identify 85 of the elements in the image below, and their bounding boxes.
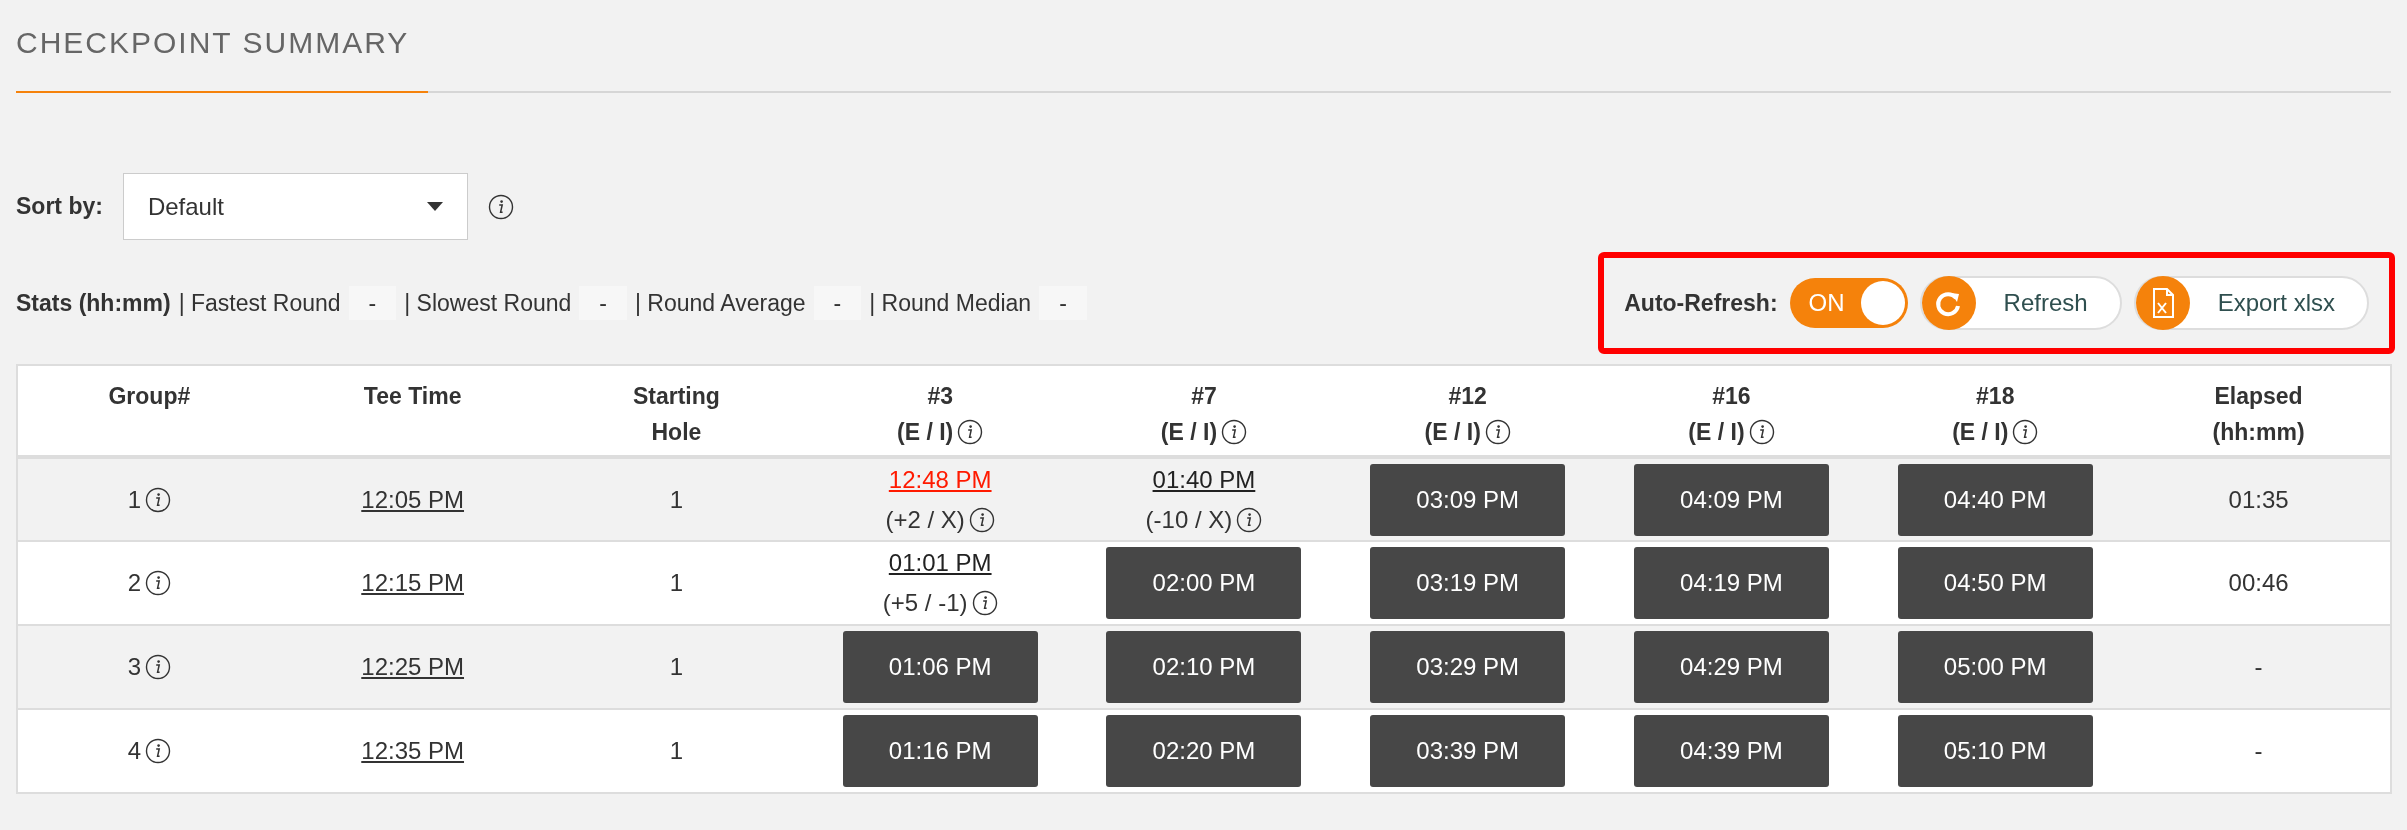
elapsed-time: 01:35 (2228, 485, 2289, 513)
info-icon[interactable] (971, 590, 998, 616)
projected-time-button[interactable]: 05:00 PM (1897, 631, 2093, 703)
info-icon[interactable] (1484, 419, 1511, 445)
projected-time-button[interactable]: 04:40 PM (1897, 463, 2093, 536)
starting-hole: 1 (669, 653, 684, 680)
projected-time-button[interactable]: 04:29 PM (1633, 631, 1829, 703)
projected-time-button[interactable]: 02:20 PM (1106, 715, 1302, 787)
column-header: Tee Time (363, 382, 462, 411)
info-icon[interactable] (1236, 506, 1263, 533)
group-number: 1 (127, 484, 142, 515)
projected-time-button[interactable]: 02:10 PM (1106, 631, 1302, 703)
group-number: 4 (127, 736, 142, 766)
stat-value: - (813, 285, 862, 321)
column-header: Starting (632, 382, 720, 411)
column-header: (E / I) (897, 418, 954, 447)
elapsed-time: - (2254, 737, 2263, 764)
column-header: Hole (651, 418, 702, 447)
stat-label: | Slowest Round (404, 288, 572, 318)
info-icon[interactable] (1221, 419, 1248, 445)
refresh-icon (1921, 276, 1976, 330)
checkpoint-time-link[interactable]: 01:40 PM (1152, 461, 1256, 498)
projected-time-button[interactable]: 03:29 PM (1370, 631, 1566, 703)
projected-time-button[interactable]: 04:19 PM (1633, 547, 1829, 619)
starting-hole: 1 (669, 737, 684, 764)
stat-value: - (579, 285, 627, 321)
stat-label: | Round Average (635, 288, 806, 318)
group-number: 3 (127, 652, 142, 682)
info-icon[interactable] (487, 193, 514, 220)
column-header: Elapsed (2214, 382, 2303, 411)
checkpoint-delta: (-10 / X) (1145, 504, 1233, 535)
column-header: #3 (927, 382, 953, 411)
tee-time-link[interactable]: 12:35 PM (361, 737, 464, 764)
column-header: #12 (1448, 382, 1487, 411)
projected-time-button[interactable]: 01:16 PM (842, 715, 1038, 787)
elapsed-time: - (2254, 653, 2263, 680)
info-icon[interactable] (145, 738, 172, 764)
tee-time-link[interactable]: 12:25 PM (361, 653, 464, 680)
tee-time-link[interactable]: 12:15 PM (361, 569, 464, 596)
tee-time-link[interactable]: 12:05 PM (361, 485, 464, 513)
checkpoint-delta: (+2 / X) (885, 504, 965, 535)
projected-time-button[interactable]: 05:10 PM (1897, 715, 2093, 787)
projected-time-button[interactable]: 04:39 PM (1633, 715, 1829, 787)
stat-value: - (1039, 285, 1087, 321)
stats-label: Stats (hh:mm) (16, 288, 171, 318)
column-header: #18 (1976, 382, 2015, 411)
sort-label: Sort by: (16, 192, 103, 222)
checkpoint-time-link[interactable]: 01:01 PM (888, 545, 992, 581)
starting-hole: 1 (669, 485, 684, 513)
info-icon[interactable] (145, 570, 172, 596)
checkpoint-delta: (+5 / -1) (882, 588, 968, 618)
info-icon[interactable] (968, 506, 995, 533)
group-number: 2 (127, 568, 142, 598)
column-header: (hh:mm) (2212, 418, 2305, 447)
caret-icon (426, 202, 443, 211)
stat-value: - (348, 285, 397, 321)
column-header: (E / I) (1952, 418, 2009, 447)
projected-time-button[interactable]: 03:39 PM (1370, 715, 1566, 787)
column-header: #7 (1191, 382, 1217, 411)
page-title: CHECKPOINT SUMMARY (16, 25, 410, 61)
projected-time-button[interactable]: 02:00 PM (1106, 547, 1302, 619)
projected-time-button[interactable]: 04:50 PM (1897, 547, 2093, 619)
column-header: (E / I) (1160, 418, 1218, 447)
projected-time-button[interactable]: 01:06 PM (842, 631, 1038, 703)
info-icon[interactable] (957, 419, 984, 445)
elapsed-time: 00:46 (2228, 569, 2289, 596)
column-header: (E / I) (1424, 418, 1481, 447)
info-icon[interactable] (2012, 419, 2039, 445)
projected-time-button[interactable]: 03:09 PM (1370, 463, 1566, 536)
starting-hole: 1 (669, 569, 684, 596)
refresh-button[interactable]: Refresh (1919, 276, 2122, 330)
info-icon[interactable] (1748, 419, 1775, 445)
column-header: Group# (108, 382, 191, 411)
stat-label: | Fastest Round (178, 288, 341, 318)
column-header: #16 (1712, 382, 1751, 411)
info-icon[interactable] (145, 654, 172, 680)
projected-time-button[interactable]: 04:09 PM (1633, 463, 1829, 536)
spreadsheet-file-icon (2135, 276, 2190, 330)
stat-label: | Round Median (869, 288, 1032, 318)
projected-time-button[interactable]: 03:19 PM (1370, 547, 1566, 619)
column-header: (E / I) (1688, 418, 1745, 447)
info-icon[interactable] (145, 486, 172, 513)
sort-dropdown[interactable]: Default (122, 173, 468, 240)
auto-refresh-label: Auto-Refresh: (1624, 288, 1778, 318)
export-button[interactable]: Export xlsx (2133, 276, 2369, 330)
